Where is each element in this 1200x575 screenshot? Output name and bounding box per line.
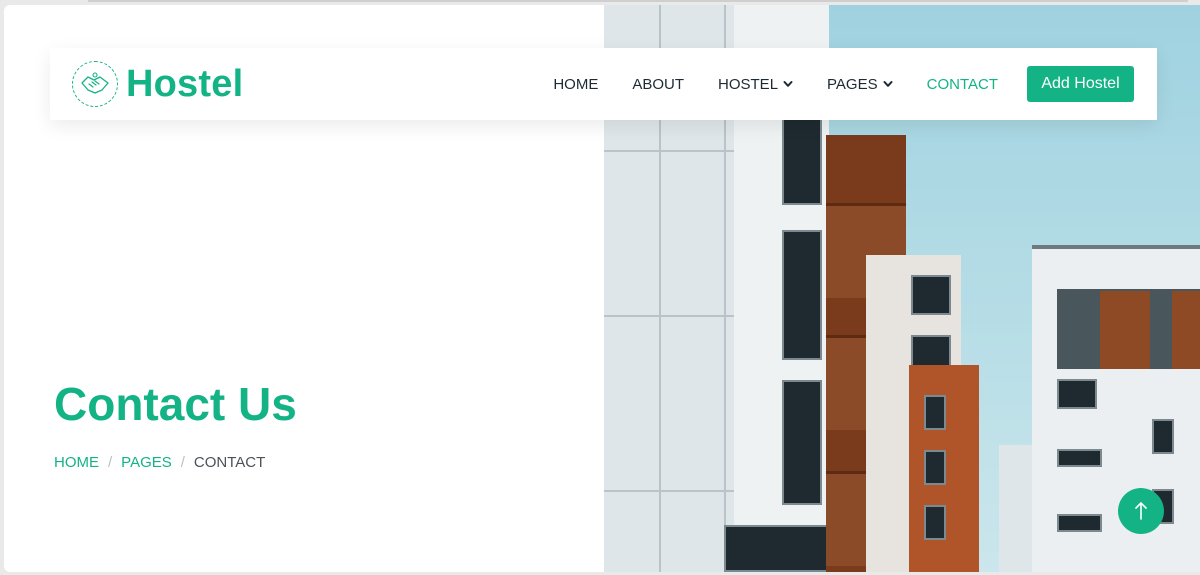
arrow-up-icon: [1135, 502, 1147, 520]
breadcrumb-current: CONTACT: [193, 454, 266, 471]
nav-item-hostel[interactable]: HOSTEL: [718, 76, 793, 93]
add-hostel-button[interactable]: Add Hostel: [1027, 66, 1134, 102]
chevron-down-icon: [783, 81, 793, 87]
nav-item-label: PAGES: [827, 75, 878, 93]
browser-top-line: [88, 0, 1188, 2]
nav-item-home[interactable]: HOME: [553, 76, 598, 93]
main-nav: HOME ABOUT HOSTEL PAGES CONTACT Add Host…: [519, 48, 1134, 120]
page-title: Contact Us: [54, 378, 297, 430]
breadcrumb-separator: /: [108, 454, 113, 471]
brand-name: Hostel: [126, 62, 244, 105]
nav-item-about[interactable]: ABOUT: [632, 76, 684, 93]
back-to-top-button[interactable]: [1118, 488, 1164, 534]
breadcrumb: HOME / PAGES / CONTACT: [54, 454, 265, 471]
breadcrumb-separator: /: [180, 454, 185, 471]
handshake-icon: [72, 61, 118, 107]
nav-item-label: ABOUT: [632, 75, 685, 93]
nav-item-label: HOME: [553, 75, 599, 93]
chevron-down-icon: [883, 81, 893, 87]
breadcrumb-home-link[interactable]: HOME: [54, 454, 99, 471]
nav-item-pages[interactable]: PAGES: [827, 76, 893, 93]
nav-item-label: HOSTEL: [718, 75, 779, 93]
distant-building: [999, 445, 1034, 572]
nav-item-contact[interactable]: CONTACT: [927, 76, 998, 93]
logo[interactable]: Hostel: [72, 61, 243, 107]
site-header: Hostel HOME ABOUT HOSTEL PAGES CONTACT A…: [50, 48, 1157, 120]
breadcrumb-pages-link[interactable]: PAGES: [121, 454, 172, 471]
right-building: [1032, 245, 1200, 572]
nav-item-label: CONTACT: [926, 75, 998, 93]
orange-building: [909, 365, 979, 572]
